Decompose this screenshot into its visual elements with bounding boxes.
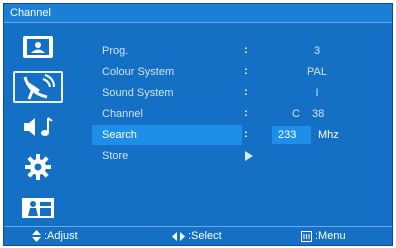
menu-title: Channel: [4, 4, 392, 22]
colon-separator: :: [244, 65, 248, 77]
adjust-hint: :Adjust: [32, 230, 78, 242]
sound-system-label: Sound System: [102, 87, 174, 99]
settings-category[interactable]: [13, 151, 63, 183]
search-label: Search: [102, 129, 137, 141]
channel-value: 38: [312, 108, 325, 120]
colon-separator: :: [244, 86, 248, 98]
title-divider: [4, 22, 392, 23]
left-right-arrows-icon: [172, 231, 185, 241]
footer-bar: :Adjust :Select :Menu: [4, 227, 392, 245]
store-row[interactable]: Store: [92, 146, 382, 166]
colon-separator: :: [244, 128, 248, 140]
picture-icon: [23, 36, 53, 58]
sound-system-value: I: [315, 87, 319, 99]
channel-settings-list: Prog. : 3 Colour System : PAL Sound Syst…: [92, 41, 382, 167]
adjust-label: :Adjust: [44, 230, 78, 242]
frequency-value: 233: [278, 129, 297, 141]
satellite-dish-icon: [23, 74, 55, 100]
select-label: :Select: [188, 230, 222, 242]
colour-system-value: PAL: [307, 66, 327, 78]
up-down-arrows-icon: [32, 230, 41, 242]
prog-label: Prog.: [102, 45, 129, 57]
play-arrow-icon: [245, 151, 253, 161]
menu-hint: :Menu: [301, 230, 346, 242]
lock-category[interactable]: [13, 191, 63, 223]
search-row[interactable]: Search : 233 Mhz: [92, 125, 382, 145]
colour-system-label: Colour System: [102, 66, 175, 78]
channel-row[interactable]: Channel : C 38: [92, 104, 382, 124]
colour-system-row[interactable]: Colour System : PAL: [92, 62, 382, 82]
menu-key-icon: [301, 230, 312, 242]
picture-category[interactable]: [13, 31, 63, 63]
sound-category[interactable]: [13, 111, 63, 143]
speaker-music-icon: [24, 117, 53, 136]
sound-system-row[interactable]: Sound System : I: [92, 83, 382, 103]
select-hint: :Select: [172, 230, 222, 242]
store-label: Store: [102, 150, 129, 162]
channel-label: Channel: [102, 108, 143, 120]
osd-menu: Channel Prog.: 3 Colour System: PAL So…: [3, 3, 393, 246]
colon-separator: :: [244, 107, 248, 119]
channel-category[interactable]: [13, 71, 63, 103]
category-sidebar: [9, 31, 67, 231]
channel-prefix: C: [292, 108, 300, 120]
frequency-unit: Mhz: [318, 129, 339, 141]
person-lock-icon: [22, 198, 54, 218]
colon-separator: :: [244, 44, 248, 56]
prog-row[interactable]: Prog. : 3: [92, 41, 382, 61]
menu-label: :Menu: [315, 230, 346, 242]
gear-icon: [25, 154, 51, 180]
prog-value: 3: [313, 45, 321, 57]
